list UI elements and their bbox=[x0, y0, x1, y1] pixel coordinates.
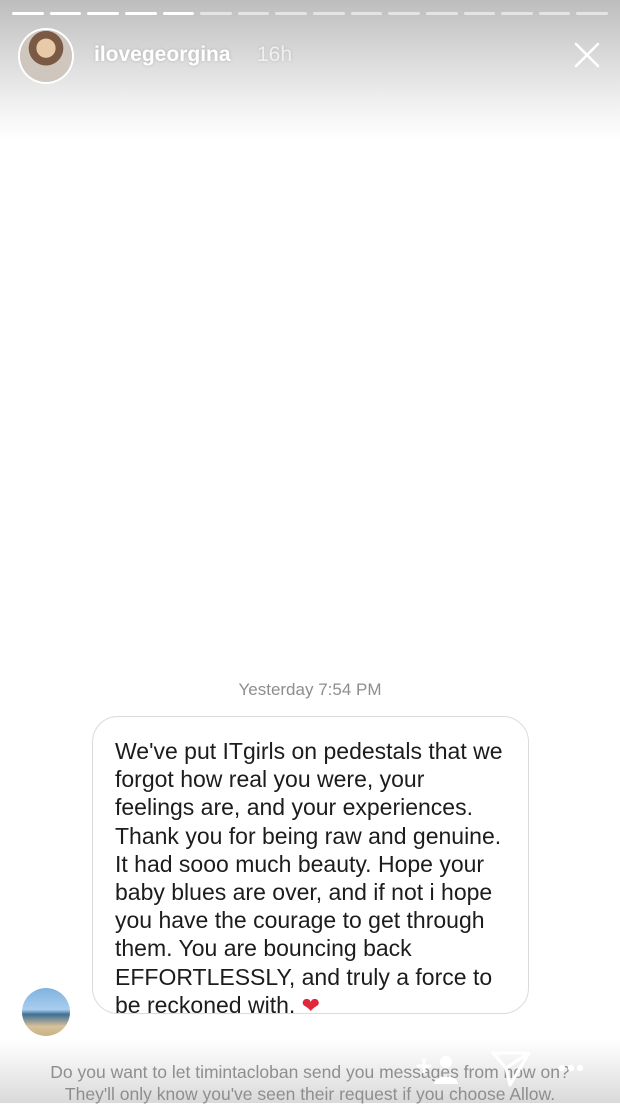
more-button[interactable] bbox=[558, 1063, 584, 1073]
story-progress-segment bbox=[538, 12, 571, 15]
story-progress-segment bbox=[49, 12, 82, 15]
story-progress-segment bbox=[350, 12, 383, 15]
story-header-gradient bbox=[0, 0, 620, 140]
sender-avatar[interactable] bbox=[22, 988, 70, 1036]
username[interactable]: ilovegeorgina bbox=[94, 43, 231, 67]
story-progress-segment bbox=[388, 12, 420, 15]
message-bubble: We've put ITgirls on pedestals that we f… bbox=[92, 716, 529, 1018]
story-progress-segment bbox=[162, 12, 195, 15]
story-progress-segment bbox=[237, 12, 270, 15]
story-progress-segment bbox=[124, 12, 157, 15]
story-progress-segment bbox=[87, 12, 119, 15]
story-progress-segment bbox=[12, 12, 44, 15]
story-progress-segment bbox=[425, 12, 458, 15]
story-progress-bar bbox=[12, 12, 608, 16]
message-body: We've put ITgirls on pedestals that we f… bbox=[115, 737, 507, 1020]
story-progress-segment bbox=[313, 12, 345, 15]
story-progress-segment bbox=[501, 12, 533, 15]
close-button[interactable] bbox=[572, 40, 602, 70]
heart-icon: ❤ bbox=[301, 992, 321, 1018]
avatar[interactable] bbox=[20, 30, 72, 82]
add-user-icon bbox=[416, 1056, 458, 1084]
close-icon bbox=[574, 42, 600, 68]
story-progress-segment bbox=[463, 12, 496, 15]
more-icon bbox=[558, 1064, 584, 1072]
message-text: We've put ITgirls on pedestals that we f… bbox=[115, 738, 503, 1018]
message-timestamp: Yesterday 7:54 PM bbox=[238, 680, 382, 699]
story-time-ago: 16h bbox=[257, 43, 293, 66]
send-button[interactable] bbox=[490, 1048, 532, 1088]
story-progress-segment bbox=[200, 12, 232, 15]
send-icon bbox=[491, 1051, 531, 1087]
story-progress-segment bbox=[275, 12, 307, 15]
story-progress-segment bbox=[576, 12, 608, 15]
add-user-button[interactable] bbox=[414, 1052, 460, 1086]
